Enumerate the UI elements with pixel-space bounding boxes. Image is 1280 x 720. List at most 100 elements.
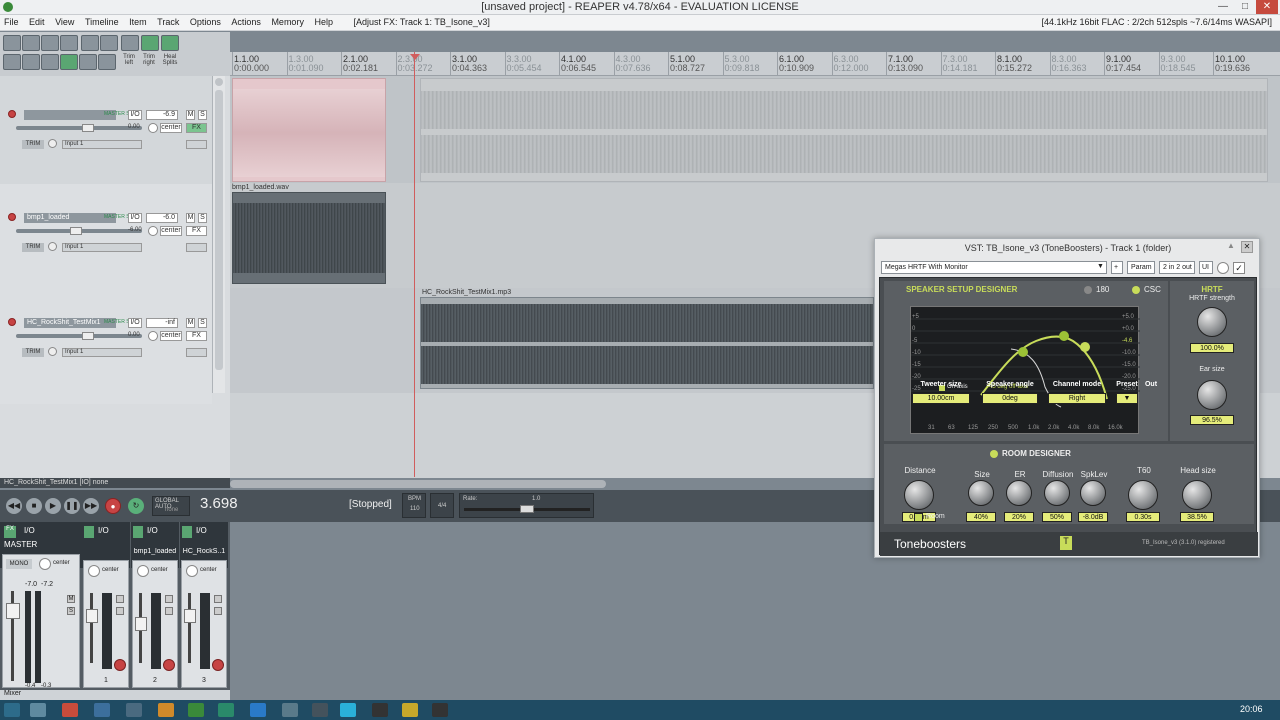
close-icon[interactable]: ✕ <box>1256 0 1278 14</box>
mixer-mute-button[interactable] <box>165 595 173 603</box>
hrtf-strength-knob[interactable] <box>1197 307 1227 337</box>
preset-dropdown-icon[interactable]: ▼ <box>1097 263 1104 270</box>
play-icon[interactable]: ▶ <box>45 498 61 514</box>
pause-icon[interactable]: ❚❚ <box>64 498 80 514</box>
go-start-icon[interactable]: ◀◀ <box>6 498 22 514</box>
menu-actions[interactable]: Actions <box>227 15 265 29</box>
menu-edit[interactable]: Edit <box>25 15 49 29</box>
app-icon-4[interactable] <box>250 703 266 717</box>
io-button[interactable]: I/O <box>128 110 142 120</box>
ruler-marker[interactable]: 9.1.00 0:17.454 <box>1106 55 1141 73</box>
global-auto-panel[interactable]: GLOBAL AUTO none <box>152 496 190 516</box>
app-icon-8[interactable] <box>432 703 448 717</box>
mute-button[interactable]: M <box>186 213 195 223</box>
volume-value[interactable]: -inf <box>146 318 178 328</box>
mixer-tab[interactable]: Mixer <box>0 690 230 700</box>
trim-button[interactable]: TRIM <box>22 140 44 149</box>
mixer-fader[interactable] <box>184 609 196 623</box>
menu-help[interactable]: Help <box>310 15 337 29</box>
reaper-taskbar-icon[interactable] <box>188 703 204 717</box>
scroll-up-icon[interactable] <box>215 78 223 86</box>
room-knob[interactable] <box>1182 480 1212 510</box>
ruler-marker[interactable]: 3.3.00 0:05.454 <box>507 55 542 73</box>
preset-select[interactable]: Megas HRTF With Monitor <box>881 261 1107 274</box>
volume-fader[interactable] <box>16 126 142 130</box>
plugin-close-icon[interactable]: ✕ <box>1241 241 1253 253</box>
app-icon-3[interactable] <box>218 703 234 717</box>
input-monitor-icon[interactable] <box>48 242 57 251</box>
record-arm-icon[interactable] <box>8 110 16 118</box>
room-knob[interactable] <box>1006 480 1032 506</box>
timeline-ruler[interactable]: 1.1.00 0:00.000 1.3.00 0:01.090 2.1.00 0:02.1… <box>230 52 1280 76</box>
ruler-marker[interactable]: 4.1.00 0:06.545 <box>561 55 596 73</box>
volume-value[interactable]: -6.0 <box>146 213 178 223</box>
ripple-icon[interactable] <box>3 54 21 70</box>
input-select[interactable]: Input 1 <box>62 140 142 149</box>
track-name[interactable]: bmp1_loaded <box>24 213 116 223</box>
mixer-fx-button[interactable] <box>84 526 94 538</box>
h-scrollbar[interactable] <box>230 480 606 488</box>
envelope-button[interactable] <box>186 348 207 357</box>
fx-button[interactable]: FX <box>186 226 207 236</box>
pin-icon[interactable]: ▲ <box>1227 241 1237 251</box>
input-monitor-icon[interactable] <box>48 347 57 356</box>
mixer-fx-button[interactable] <box>182 526 192 538</box>
menu-memory[interactable]: Memory <box>267 15 308 29</box>
mixer-record-arm-icon[interactable] <box>212 659 224 671</box>
mixer-record-arm-icon[interactable] <box>114 659 126 671</box>
menu-view[interactable]: View <box>51 15 78 29</box>
volume-fader-thumb[interactable] <box>70 227 82 235</box>
solo-button[interactable]: S <box>198 213 207 223</box>
grid-icon[interactable] <box>161 35 179 51</box>
record-icon[interactable]: ● <box>105 498 121 514</box>
room-toggle-checkbox[interactable] <box>914 513 923 522</box>
master-pan-knob[interactable] <box>39 558 51 570</box>
mixer-solo-button[interactable] <box>165 607 173 615</box>
lock-icon[interactable] <box>79 54 97 70</box>
edit-cursor-marker[interactable] <box>410 54 420 60</box>
mixer-fader-track[interactable] <box>188 593 191 663</box>
snap-icon[interactable] <box>141 35 159 51</box>
undo-icon[interactable] <box>81 35 99 51</box>
clip-bmp1[interactable] <box>232 192 386 284</box>
start-icon[interactable] <box>4 703 20 717</box>
tb-icon[interactable]: T <box>1060 536 1072 550</box>
repeat-icon[interactable]: ↻ <box>128 498 144 514</box>
menu-track[interactable]: Track <box>153 15 183 29</box>
room-knob[interactable] <box>1080 480 1106 506</box>
room-knob[interactable] <box>904 480 934 510</box>
add-preset-button[interactable]: + <box>1111 261 1123 274</box>
fx-button[interactable]: FX <box>186 123 207 133</box>
app-icon-5[interactable] <box>282 703 298 717</box>
master-fx-button[interactable]: FX <box>4 526 16 538</box>
master-fader[interactable] <box>6 603 20 619</box>
fx-button[interactable]: FX <box>186 331 207 341</box>
open-project-icon[interactable] <box>22 35 40 51</box>
input-select[interactable]: Input 1 <box>62 348 142 357</box>
trim-right-button[interactable]: Trim right <box>140 54 158 66</box>
io-button[interactable]: I/O <box>128 213 142 223</box>
room-knob[interactable] <box>968 480 994 506</box>
mixer-record-arm-icon[interactable] <box>163 659 175 671</box>
wet-knob[interactable] <box>1217 262 1229 274</box>
chrome-icon[interactable] <box>62 703 78 717</box>
pan-knob[interactable] <box>148 226 158 236</box>
vlc-icon[interactable] <box>158 703 174 717</box>
save-project-icon[interactable] <box>41 35 59 51</box>
ruler-marker[interactable]: 4.3.00 0:07.636 <box>616 55 651 73</box>
link-icon[interactable] <box>98 54 116 70</box>
io-button[interactable]: I/O <box>128 318 142 328</box>
app-icon-6[interactable] <box>312 703 328 717</box>
clip-track1-a[interactable] <box>232 78 386 182</box>
frequency-graph[interactable]: On-axis 45 deg off-axis <box>910 306 1140 434</box>
ruler-marker[interactable]: 1.3.00 0:01.090 <box>289 55 324 73</box>
bpm-box[interactable]: BPM 110 <box>402 493 426 518</box>
volume-value[interactable]: -6.9 <box>146 110 178 120</box>
ruler-marker[interactable]: 7.3.00 0:14.181 <box>943 55 978 73</box>
param-value[interactable]: 10.00cm <box>912 393 970 404</box>
mixer-mute-button[interactable] <box>214 595 222 603</box>
record-arm-icon[interactable] <box>8 318 16 326</box>
mixer-fx-button[interactable] <box>133 526 143 538</box>
app-icon-1[interactable] <box>94 703 110 717</box>
clip-hc-rockshit[interactable] <box>420 297 874 389</box>
